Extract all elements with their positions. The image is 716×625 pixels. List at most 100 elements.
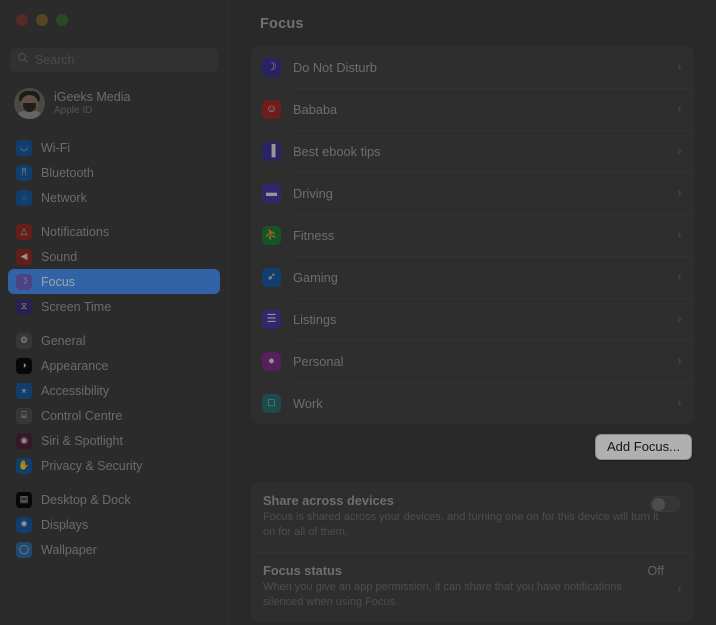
search-icon [17, 51, 29, 69]
sidebar-item-desktop-dock[interactable]: ▤ Desktop & Dock [8, 487, 220, 512]
focus-status-value: Off [647, 564, 664, 578]
focus-item-label: Fitness [293, 227, 335, 243]
focus-list-item[interactable]: ● Personal › [251, 340, 694, 382]
sidebar-item-screen-time[interactable]: ⧖ Screen Time [8, 294, 220, 319]
window-controls [8, 0, 220, 40]
settings-card: Share across devices Focus is shared acr… [251, 482, 694, 622]
sidebar-group: ▤ Desktop & Dock ✹ Displays ◯ Wallpaper [8, 487, 220, 562]
sidebar-item-network[interactable]: ◌ Network [8, 185, 220, 210]
privacy-hand-icon: ✋ [16, 457, 32, 474]
focus-item-label: Personal [293, 353, 344, 369]
chart-book-icon: ▐ [262, 141, 281, 161]
focus-status-description: When you give an app permission, it can … [263, 581, 622, 608]
sidebar-item-label: Accessibility [41, 383, 110, 398]
chevron-right-icon: › [676, 101, 682, 117]
sidebar-item-label: General [41, 333, 86, 348]
account-subtitle: Apple ID [54, 105, 93, 116]
focus-list-item[interactable]: ☰ Listings › [251, 298, 694, 340]
focus-item-label: Work [293, 395, 323, 411]
displays-icon: ✹ [16, 516, 32, 533]
account-row[interactable]: iGeeks Media Apple ID [8, 82, 220, 125]
chevron-right-icon: › [676, 311, 682, 327]
notifications-icon: △ [16, 223, 32, 240]
share-across-devices-row[interactable]: Share across devices Focus is shared acr… [251, 482, 694, 552]
account-name: iGeeks Media [54, 90, 131, 104]
sidebar-item-label: Wi-Fi [41, 140, 71, 155]
maximize-button[interactable] [56, 14, 68, 26]
car-icon: ▬ [262, 183, 281, 203]
focus-status-title: Focus status [263, 563, 342, 578]
sidebar-item-label: Notifications [41, 224, 110, 239]
focus-item-label: Listings [293, 311, 337, 327]
focus-list-item[interactable]: ☺ Bababa › [251, 88, 694, 130]
focus-item-label: Best ebook tips [293, 143, 381, 159]
chevron-right-icon: › [676, 143, 682, 159]
chevron-right-icon: › [676, 185, 682, 201]
chevron-right-icon: › [676, 227, 682, 243]
focus-list-card: ☽ Do Not Disturb › ☺ Bababa › ▐ Best ebook tips… [251, 46, 694, 424]
sidebar-item-appearance[interactable]: ◑ Appearance [8, 353, 220, 378]
sidebar-item-displays[interactable]: ✹ Displays [8, 512, 220, 537]
chevron-right-icon: › [676, 395, 682, 411]
chevron-right-icon: › [676, 59, 682, 75]
sidebar-item-label: Network [41, 190, 87, 205]
siri-icon: ◉ [16, 432, 32, 449]
close-button[interactable] [16, 14, 28, 26]
avatar [14, 88, 45, 119]
sidebar-item-label: Sound [41, 249, 78, 264]
share-across-devices-toggle[interactable] [650, 496, 680, 512]
sidebar-item-siri-spotlight[interactable]: ◉ Siri & Spotlight [8, 428, 220, 453]
focus-list-item[interactable]: ▬ Driving › [251, 172, 694, 214]
sidebar-item-label: Control Centre [41, 408, 123, 423]
focus-status-row[interactable]: Focus status When you give an app permis… [251, 552, 694, 622]
sidebar-item-control-centre[interactable]: ⌸ Control Centre [8, 403, 220, 428]
sidebar-item-bluetooth[interactable]: ᛗ Bluetooth [8, 160, 220, 185]
sidebar-item-privacy-security[interactable]: ✋ Privacy & Security [8, 453, 220, 478]
sidebar-item-notifications[interactable]: △ Notifications [8, 219, 220, 244]
sidebar-group: △ Notifications ◀ Sound ☽ Focus ⧖ Screen Time [8, 219, 220, 319]
system-settings-window: iGeeks Media Apple ID ◡ Wi-Fi ᛗ Bluetooth ◌ N… [0, 0, 716, 625]
list-icon: ☰ [262, 309, 281, 329]
focus-list-item[interactable]: ➶ Gaming › [251, 256, 694, 298]
sidebar-item-wi-fi[interactable]: ◡ Wi-Fi [8, 135, 220, 160]
appearance-icon: ◑ [16, 357, 32, 374]
briefcase-icon: □ [262, 393, 281, 413]
toggle-knob [652, 498, 665, 511]
sidebar-item-general[interactable]: ⚙ General [8, 328, 220, 353]
focus-item-label: Bababa [293, 101, 338, 117]
control-centre-icon: ⌸ [16, 407, 32, 424]
minimize-button[interactable] [36, 14, 48, 26]
focus-list-item[interactable]: □ Work › [251, 382, 694, 424]
share-across-devices-title: Share across devices [263, 493, 394, 508]
wifi-icon: ◡ [16, 139, 32, 156]
sidebar-item-accessibility[interactable]: ⚹ Accessibility [8, 378, 220, 403]
sidebar-item-wallpaper[interactable]: ◯ Wallpaper [8, 537, 220, 562]
focus-list-item[interactable]: ☽ Do Not Disturb › [251, 46, 694, 88]
person-icon: ● [262, 351, 281, 371]
page-title: Focus [260, 16, 304, 32]
sidebar-item-label: Siri & Spotlight [41, 433, 123, 448]
add-focus-button[interactable]: Add Focus... [595, 434, 692, 460]
smiley-icon: ☺ [262, 99, 281, 119]
sidebar-item-label: Wallpaper [41, 542, 97, 557]
focus-item-label: Gaming [293, 269, 338, 285]
focus-list-item[interactable]: ▐ Best ebook tips › [251, 130, 694, 172]
sidebar-item-label: Desktop & Dock [41, 492, 131, 507]
main-content: Focus ☽ Do Not Disturb › ☺ Bababa › ▐ Best eboo… [229, 0, 716, 625]
general-gear-icon: ⚙ [16, 332, 32, 349]
search-field[interactable] [10, 48, 218, 72]
share-across-devices-description: Focus is shared across your devices, and… [263, 511, 659, 538]
sidebar-item-sound[interactable]: ◀ Sound [8, 244, 220, 269]
sidebar-item-label: Bluetooth [41, 165, 94, 180]
sidebar-item-label: Focus [41, 274, 76, 289]
sidebar-item-label: Screen Time [41, 299, 112, 314]
focus-item-label: Do Not Disturb [293, 59, 377, 75]
moon-icon: ☽ [262, 57, 281, 77]
sidebar-item-label: Displays [41, 517, 89, 532]
focus-list-item[interactable]: ⛹ Fitness › [251, 214, 694, 256]
sidebar-item-label: Appearance [41, 358, 109, 373]
sidebar-group: ◡ Wi-Fi ᛗ Bluetooth ◌ Network [8, 135, 220, 210]
sidebar-item-focus[interactable]: ☽ Focus [8, 269, 220, 294]
search-input[interactable] [35, 53, 211, 67]
focus-item-label: Driving [293, 185, 333, 201]
